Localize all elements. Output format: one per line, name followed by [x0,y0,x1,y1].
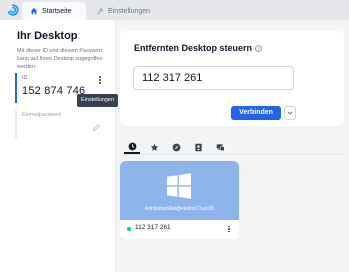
tab-settings[interactable]: Einstellungen [88,2,158,20]
discovered-icon [172,143,180,151]
tab-favorites[interactable] [146,140,162,154]
tab-settings-label: Einstellungen [108,7,151,15]
tab-home[interactable]: Startseite [22,2,86,20]
tab-address-book[interactable] [190,140,206,154]
tab-recent[interactable] [124,140,140,154]
wrench-icon [96,7,104,15]
connect-options-button[interactable] [284,106,296,120]
rustdesk-logo-icon [7,4,19,16]
tab-home-label: Startseite [42,7,72,15]
id-menu-icon[interactable] [95,74,105,86]
address-book-icon [194,143,202,151]
connect-button[interactable]: Verbinden [231,106,281,120]
peer-card[interactable]: AdrillamariRai@elektro73-pc05 112 317 26… [120,161,239,239]
peer-id: 112 317 261 [135,224,171,231]
title-bar: Startseite Einstellungen [0,0,349,20]
sidebar-title: Ihr Desktop [17,30,78,42]
password-section: Einmalpasswort [15,110,109,138]
recent-icon [128,142,136,150]
favorites-icon [150,143,158,151]
windows-logo-icon [167,173,191,199]
group-icon [216,143,225,151]
help-icon[interactable]: ? [255,44,263,52]
peer-menu-icon[interactable] [225,224,233,234]
sidebar: Ihr Desktop Mit dieser ID und diesem Pas… [0,20,119,272]
peer-name: AdrillamariRai@elektro73-pc05 [144,206,215,212]
online-status-icon [127,227,131,231]
home-icon [30,7,38,15]
main-panel: Entfernten Desktop steuern ? Verbinden [117,20,349,272]
remote-id-input[interactable] [133,66,294,90]
remote-control-title: Entfernten Desktop steuern ? [134,43,263,53]
tab-discovered[interactable] [168,140,184,154]
pencil-icon[interactable] [92,123,101,132]
remote-control-card: Entfernten Desktop steuern ? Verbinden [120,31,344,126]
password-label: Einmalpasswort [22,112,61,118]
peer-thumbnail[interactable]: AdrillamariRai@elektro73-pc05 [120,161,239,220]
tabs-divider [124,154,346,155]
tab-group[interactable] [212,140,228,154]
settings-tooltip: Einstellungen [77,94,119,107]
sidebar-description: Mit dieser ID und diesem Passwort kann a… [17,48,103,70]
remote-control-title-text: Entfernten Desktop steuern [134,43,253,53]
chevron-down-icon [287,111,293,115]
peer-tabs [124,140,228,154]
